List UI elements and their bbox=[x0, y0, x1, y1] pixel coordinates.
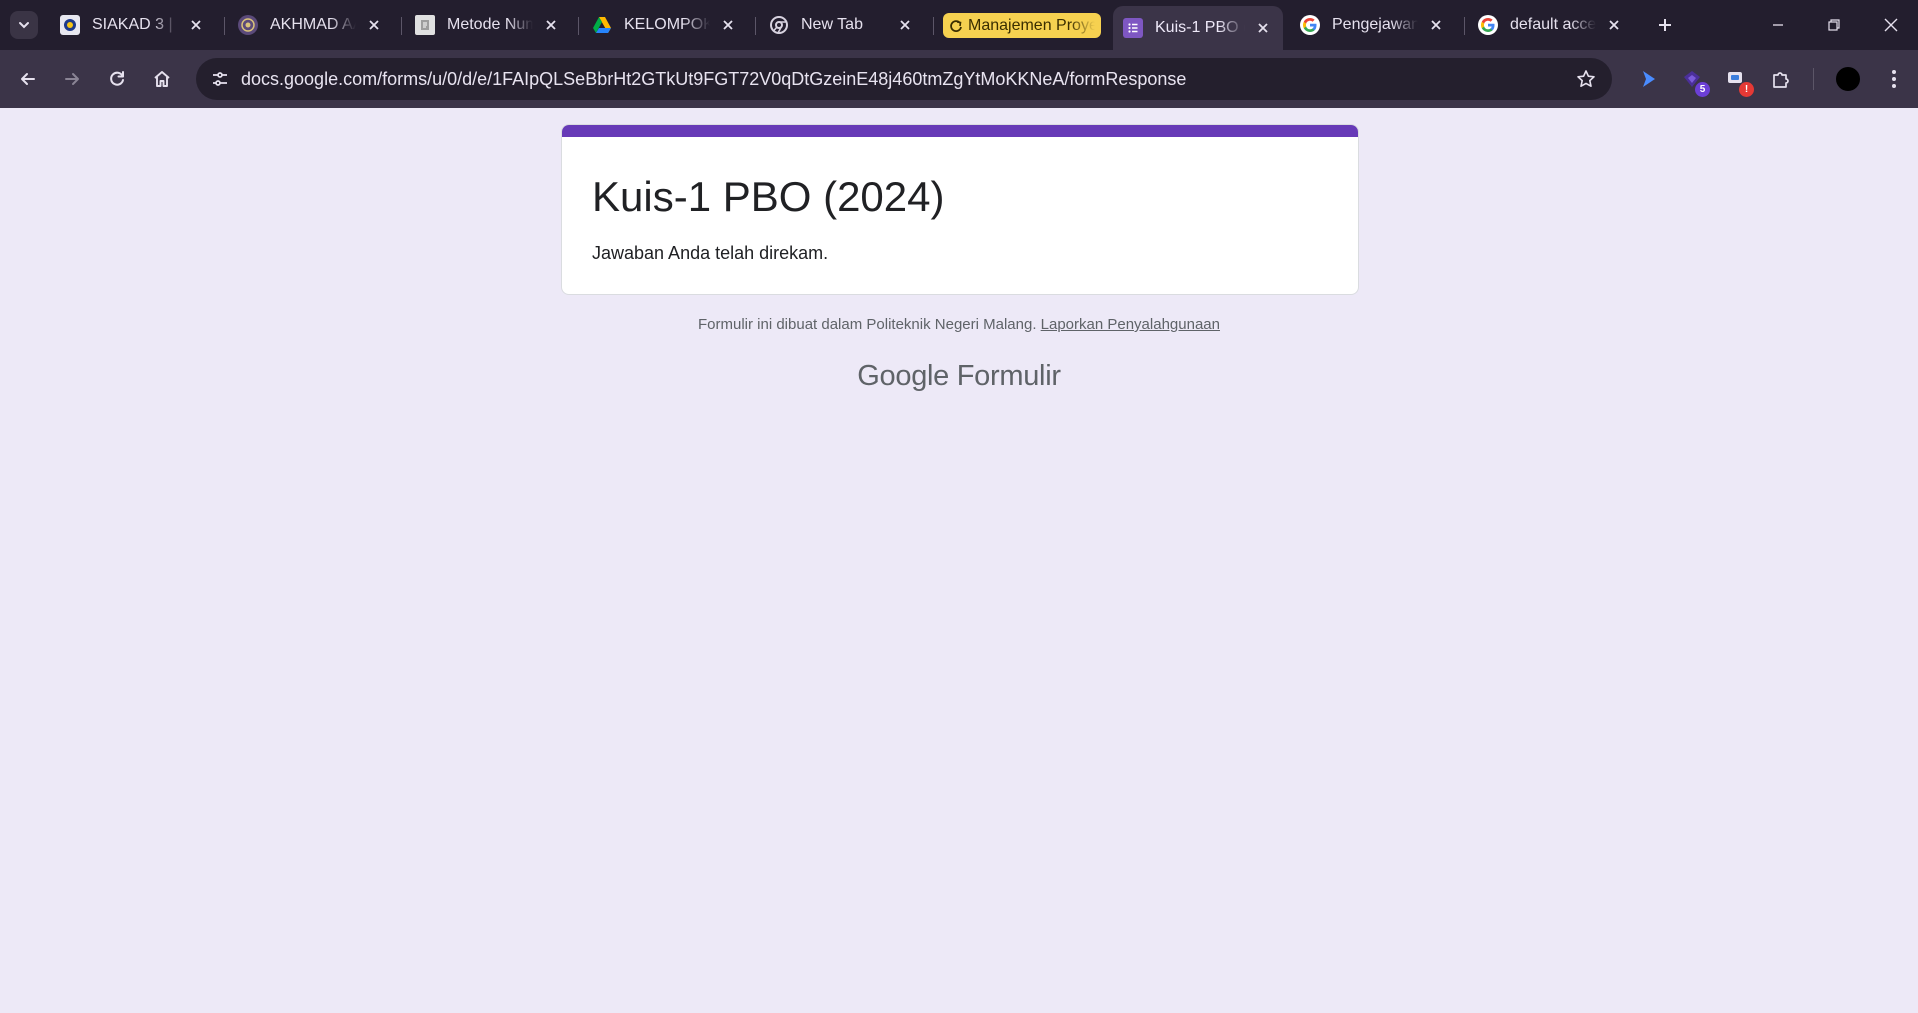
google-forms-icon bbox=[1123, 18, 1143, 38]
toolbar-separator bbox=[1813, 68, 1814, 90]
profile-avatar[interactable] bbox=[1835, 66, 1861, 92]
site-info-button[interactable] bbox=[204, 63, 236, 95]
forms-wordmark: Formulir bbox=[956, 360, 1061, 392]
close-icon[interactable] bbox=[1426, 15, 1446, 35]
home-button[interactable] bbox=[146, 63, 178, 95]
url-text[interactable]: docs.google.com/forms/u/0/d/e/1FAIpQLSeB… bbox=[241, 69, 1186, 90]
extension-arrow[interactable] bbox=[1632, 63, 1664, 95]
reload-button[interactable] bbox=[101, 63, 133, 95]
close-window-button[interactable] bbox=[1873, 10, 1909, 40]
chrome-icon bbox=[769, 15, 789, 35]
form-accent-bar bbox=[562, 125, 1358, 137]
close-icon[interactable] bbox=[895, 15, 915, 35]
arrow-right-icon bbox=[65, 73, 79, 85]
tab-title: KELOMPOK4 bbox=[624, 16, 710, 33]
form-title: Kuis-1 PBO (2024) bbox=[592, 173, 945, 220]
tab-search-button[interactable] bbox=[10, 11, 38, 39]
confirmation-message: Jawaban Anda telah direkam. bbox=[592, 243, 829, 263]
tab-kelompok4[interactable]: KELOMPOK4 bbox=[582, 8, 748, 42]
close-icon[interactable] bbox=[1604, 15, 1624, 35]
plus-icon bbox=[1659, 19, 1671, 31]
bookmark-button[interactable] bbox=[1574, 67, 1598, 91]
address-bar[interactable]: docs.google.com/forms/u/0/d/e/1FAIpQLSeB… bbox=[196, 58, 1612, 100]
footer-note-text: Formulir ini dibuat dalam Politeknik Neg… bbox=[698, 316, 1037, 333]
polinema-icon bbox=[238, 15, 258, 35]
google-icon bbox=[1300, 15, 1320, 35]
tab-title: New Tab bbox=[801, 16, 863, 33]
close-icon bbox=[1884, 18, 1898, 32]
tab-siakad[interactable]: SIAKAD 3 | Sistem bbox=[50, 8, 216, 42]
tab-metode-numerik[interactable]: Metode Numerik bbox=[405, 8, 571, 42]
arrow-left-icon bbox=[21, 73, 35, 85]
tab-separator bbox=[578, 17, 579, 35]
tab-separator bbox=[1464, 17, 1465, 35]
close-icon[interactable] bbox=[364, 15, 384, 35]
browser-menu-button[interactable] bbox=[1880, 63, 1908, 95]
extension-shield[interactable]: 5 bbox=[1676, 63, 1710, 97]
star-icon bbox=[1577, 70, 1595, 87]
browser-toolbar: docs.google.com/forms/u/0/d/e/1FAIpQLSeB… bbox=[0, 50, 1918, 108]
google-drive-icon bbox=[592, 15, 612, 35]
new-tab-button[interactable] bbox=[1652, 12, 1678, 38]
more-vertical-icon bbox=[1892, 70, 1896, 88]
restore-icon bbox=[1828, 19, 1840, 31]
minimize-icon bbox=[1773, 24, 1783, 26]
close-icon[interactable] bbox=[541, 15, 561, 35]
reload-icon bbox=[110, 71, 124, 86]
forward-button[interactable] bbox=[56, 63, 88, 95]
report-abuse-link[interactable]: Laporkan Penyalahgunaan bbox=[1041, 316, 1220, 333]
close-icon[interactable] bbox=[718, 15, 738, 35]
tab-kuis-pbo[interactable]: Kuis-1 PBO (2024) bbox=[1113, 6, 1283, 50]
tab-separator bbox=[224, 17, 225, 35]
form-confirmation-card: Kuis-1 PBO (2024) Jawaban Anda telah dir… bbox=[561, 124, 1359, 295]
sync-icon bbox=[950, 19, 962, 32]
minimize-button[interactable] bbox=[1760, 10, 1796, 40]
tab-title: AKHMAD AAF bbox=[270, 16, 356, 33]
back-button[interactable] bbox=[12, 63, 44, 95]
tab-strip: SIAKAD 3 | Sistem AKHMAD AAF Metode Nume… bbox=[0, 0, 1918, 50]
tab-separator bbox=[755, 17, 756, 35]
home-icon bbox=[154, 71, 170, 87]
tab-akhmad[interactable]: AKHMAD AAF bbox=[228, 8, 394, 42]
extensions-menu-button[interactable] bbox=[1765, 63, 1797, 95]
siakad-icon bbox=[60, 15, 80, 35]
tab-separator bbox=[933, 17, 934, 35]
tab-default-access[interactable]: default access bbox=[1468, 8, 1634, 42]
tab-title: Pengejawantahan bbox=[1332, 16, 1418, 33]
tab-title: SIAKAD 3 | Sistem bbox=[92, 16, 178, 33]
extension-badge: ! bbox=[1739, 82, 1754, 97]
tab-title: default access bbox=[1510, 16, 1596, 33]
google-icon bbox=[1478, 15, 1498, 35]
google-forms-logo[interactable]: Google Formulir bbox=[0, 360, 1918, 393]
tab-group-label: Manajemen Proyek bbox=[968, 16, 1095, 34]
tab-separator bbox=[401, 17, 402, 35]
tab-group-chip[interactable]: Manajemen Proyek bbox=[943, 13, 1101, 38]
tab-pengejawantahan[interactable]: Pengejawantahan bbox=[1290, 8, 1456, 42]
close-icon[interactable] bbox=[1253, 18, 1273, 38]
google-wordmark: Google bbox=[857, 360, 949, 392]
puzzle-icon bbox=[1773, 72, 1789, 88]
extension-badge: 5 bbox=[1695, 82, 1710, 97]
arrow-extension-icon bbox=[1643, 71, 1655, 87]
document-icon bbox=[415, 15, 435, 35]
close-icon[interactable] bbox=[186, 15, 206, 35]
restore-button[interactable] bbox=[1816, 10, 1852, 40]
extension-chat[interactable]: ! bbox=[1720, 63, 1754, 97]
tab-new-tab[interactable]: New Tab bbox=[759, 8, 925, 42]
form-footer-note: Formulir ini dibuat dalam Politeknik Neg… bbox=[0, 316, 1918, 333]
tune-icon bbox=[213, 72, 227, 86]
chevron-down-icon bbox=[19, 22, 29, 29]
tab-title: Kuis-1 PBO (2024) bbox=[1155, 19, 1245, 36]
tab-title: Metode Numerik bbox=[447, 16, 533, 33]
